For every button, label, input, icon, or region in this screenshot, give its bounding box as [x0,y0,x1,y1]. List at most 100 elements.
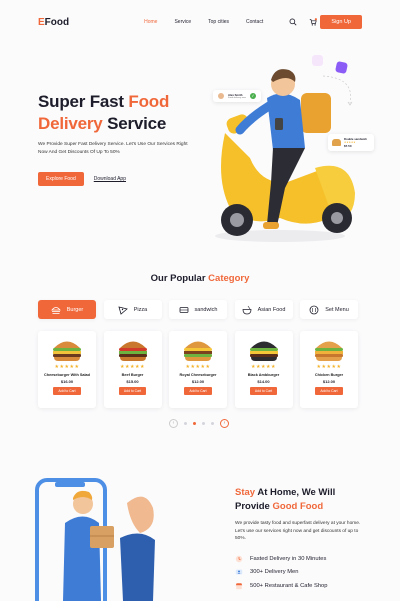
store-icon [235,582,243,589]
top-nav: EFood Home Service Top cities Contact Si… [38,13,362,31]
product-name: Cheeseburger With Salad [44,373,90,377]
product-card[interactable]: ★★★★★ Royal Cheeseburger $12.00 Add to C… [169,331,227,408]
burger-image [118,341,147,361]
tab-label: Asian Food [257,306,286,313]
tab-set-menu[interactable]: Set Menu [300,300,358,319]
prev-arrow-icon[interactable]: ‹ [169,419,178,428]
pager-dot[interactable] [202,422,205,425]
tab-sandwich[interactable]: sandwich [169,300,227,319]
logo-text: Food [44,16,70,28]
pager-dot[interactable] [184,422,187,425]
feature-item: Fasted Delivery in 30 Minutes [235,552,328,566]
product-name: Black Ambburger [247,373,280,377]
product-name: Beef Burger [121,373,144,377]
nav-service[interactable]: Service [174,19,191,25]
tab-burger[interactable]: Burger [38,300,96,319]
nav-links: Home Service Top cities Contact [144,19,263,25]
add-to-cart-button[interactable]: Add to Cart [184,387,212,395]
hero-title-part: Super Fast [38,92,129,111]
product-price: $14.00 [257,379,270,384]
hero-title: Super Fast Food Delivery Service [38,91,169,135]
rating-stars: ★★★★★ [54,364,80,370]
feature-item: 300+ Delivery Men [235,566,328,580]
category-tabs: Burger Pizza sandwich Asian Food Set Men… [38,300,358,319]
burger-image [53,341,81,361]
nav-icons [289,18,318,26]
product-price: $12.00 [191,379,205,384]
tab-label: Burger [66,306,84,313]
feature-list: Fasted Delivery in 30 Minutes 300+ Deliv… [235,552,328,593]
product-cards: ★★★★★ Cheeseburger With Salad $16.00 Add… [38,331,358,408]
review-subtitle: Food delivery man [228,97,246,99]
stay-section-title: Stay At Home, We Will Provide Good Food [235,486,335,514]
feature-label: Fasted Delivery in 30 Minutes [250,555,327,562]
delivery-man-icon [235,569,243,575]
hero-title-accent: Delivery [38,114,103,133]
pager-dot-active[interactable] [193,422,196,425]
hero-actions: Explore Food Download App [38,172,126,186]
phone-delivery-illustration [35,478,155,601]
rating-stars: ★★★★★ [120,364,145,370]
download-app-link[interactable]: Download App [94,176,126,182]
nav-top-cities[interactable]: Top cities [208,19,229,25]
tab-label: Set Menu [325,306,349,313]
next-arrow-icon[interactable]: › [220,419,229,428]
feature-label: 500+ Restaurant & Cafe Shop [250,582,328,589]
stay-title-accent: Good Food [272,501,324,512]
logo-letter: E [38,16,45,28]
search-icon[interactable] [289,18,297,26]
product-card[interactable]: ★★★★★ Cheeseburger With Salad $16.00 Add… [38,331,96,408]
product-card[interactable]: ★★★★★ Chicken Burger $12.00 Add to Cart [300,331,358,408]
nav-home[interactable]: Home [144,19,157,25]
stay-description: We provide tasty food and superfast deli… [235,521,361,541]
featured-food-card: Double sandwich ★★★★★ $7.50 [328,134,374,151]
sandwich-icon [332,139,341,146]
tab-label: sandwich [194,306,218,313]
product-price: $15.00 [126,379,139,384]
explore-food-button[interactable]: Explore Food [38,172,84,186]
logo[interactable]: EFood [38,17,69,28]
product-price: $12.00 [322,379,336,384]
hero-title-accent: Food [128,92,170,111]
tab-pizza[interactable]: Pizza [103,300,162,319]
bowl-icon [242,305,251,314]
burger-image [249,341,278,361]
featured-food-price: $7.50 [344,144,352,148]
add-to-cart-button[interactable]: Add to Cart [118,387,147,395]
product-name: Royal Cheeseburger [179,373,217,377]
pizza-icon [118,305,128,315]
nav-contact[interactable]: Contact [246,19,263,25]
product-card[interactable]: ★★★★★ Black Ambburger $14.00 Add to Cart [234,331,293,408]
feature-item: 500+ Restaurant & Cafe Shop [235,579,328,593]
sandwich-icon [179,306,188,313]
check-icon: ✓ [250,93,256,99]
location-pin-icon [312,55,323,66]
hero-description: We Provide Super Fast Delivery Service. … [38,142,188,155]
category-section-title: Our Popular Category [0,273,400,284]
carousel-pager: ‹ › [169,419,229,428]
stay-title-part: Provide [235,501,273,512]
menu-icon [309,305,319,314]
delivery-scooter-illustration [215,69,355,242]
rating-stars: ★★★★★ [185,364,211,370]
tab-asian-food[interactable]: Asian Food [234,300,293,319]
category-title-part: Our Popular [150,273,209,284]
burger-icon [50,306,61,314]
product-name: Chicken Burger [314,373,344,377]
rider-review-card: Alex Smith Food delivery man ✓ [213,90,261,102]
feature-label: 300+ Delivery Men [250,569,299,576]
add-to-cart-button[interactable]: Add to Cart [249,387,278,395]
burger-image [184,341,212,361]
hero-title-part: Service [102,114,167,133]
burger-image [315,341,343,361]
stay-title-part: At Home, We Will [255,487,336,498]
pager-dot[interactable] [211,422,214,425]
category-title-accent: Category [208,273,250,284]
rating-stars: ★★★★★ [251,364,276,370]
add-to-cart-button[interactable]: Add to Cart [53,387,81,395]
product-card[interactable]: ★★★★★ Beef Burger $15.00 Add to Cart [103,331,162,408]
cart-icon[interactable] [309,18,318,26]
add-to-cart-button[interactable]: Add to Cart [315,387,343,395]
signup-button[interactable]: Sign Up [320,15,362,29]
tab-label: Pizza [133,306,148,313]
